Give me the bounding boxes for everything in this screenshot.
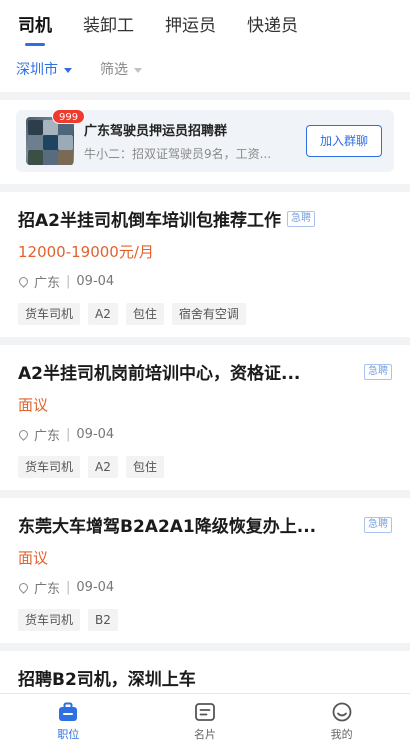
chevron-down-icon — [64, 67, 72, 73]
group-info: 广东驾驶员押运员招聘群 牛小二：招双证驾驶员9名，工资... — [84, 120, 296, 162]
job-date: 09-04 — [76, 580, 115, 595]
avatar-tile — [43, 150, 58, 165]
briefcase-icon — [59, 702, 78, 721]
chevron-down-icon — [134, 67, 142, 73]
urgent-badge: 急聘 — [364, 363, 392, 380]
job-salary: 面议 — [18, 549, 49, 567]
avatar-tile — [43, 135, 58, 150]
filter-bar: 深圳市 筛选 — [0, 46, 410, 92]
divider: | — [66, 427, 71, 442]
job-head: A2半挂司机岗前培训中心，资格证... 急聘 — [18, 359, 392, 384]
job-tag: B2 — [88, 609, 118, 631]
job-head: 东莞大车增驾B2A2A1降级恢复办上... 急聘 — [18, 512, 392, 537]
nav-card[interactable]: 名片 — [137, 694, 274, 749]
avatar-tile — [28, 135, 43, 150]
card-icon — [195, 702, 215, 721]
tab-driver[interactable]: 司机 — [18, 11, 52, 46]
unread-badge: 999 — [52, 109, 86, 124]
urgent-badge: 急聘 — [287, 210, 315, 227]
job-location: 广东 — [34, 429, 61, 444]
job-card[interactable]: 东莞大车增驾B2A2A1降级恢复办上... 急聘 面议 广东 | 09-04 货… — [0, 498, 410, 643]
nav-me[interactable]: 我的 — [273, 694, 410, 749]
tab-escort[interactable]: 押运员 — [165, 11, 216, 46]
job-tags: 货车司机 A2 包住 宿舍有空调 — [18, 303, 392, 325]
job-location: 广东 — [34, 276, 61, 291]
job-tag: A2 — [88, 456, 118, 478]
group-section: 999 广东驾驶员押运员招聘群 牛小二：招双证驾驶员9名，工资... 加入群聊 — [0, 100, 410, 184]
join-group-button[interactable]: 加入群聊 — [306, 125, 382, 157]
job-tag: 宿舍有空调 — [171, 303, 246, 325]
divider: | — [66, 580, 71, 595]
job-location-row: 广东 | 09-04 — [17, 578, 392, 597]
job-title: 东莞大车增驾B2A2A1降级恢复办上... — [18, 517, 317, 537]
job-location: 广东 — [34, 582, 61, 597]
screen-filter[interactable]: 筛选 — [100, 59, 142, 79]
divider: | — [66, 274, 71, 289]
job-title: A2半挂司机岗前培训中心，资格证... — [18, 364, 301, 384]
job-tag: 包住 — [125, 303, 164, 325]
job-head: 招聘B2司机，深圳上车 — [18, 665, 392, 690]
job-tags: 货车司机 B2 — [18, 609, 392, 631]
group-last-message: 牛小二：招双证驾驶员9名，工资... — [84, 147, 272, 161]
job-title: 招A2半挂司机倒车培训包推荐工作 — [18, 211, 281, 231]
avatar-tile — [58, 150, 73, 165]
tab-loader[interactable]: 装卸工 — [83, 11, 134, 46]
bottom-nav: 职位 名片 我的 — [0, 693, 410, 749]
job-salary: 12000-19000元/月 — [18, 243, 154, 261]
urgent-badge: 急聘 — [364, 516, 392, 533]
group-title: 广东驾驶员押运员招聘群 — [84, 124, 228, 139]
job-tag: A2 — [88, 303, 118, 325]
avatar-tile — [28, 150, 43, 165]
location-pin-icon — [17, 275, 30, 288]
nav-jobs[interactable]: 职位 — [0, 694, 137, 749]
job-tag: 包住 — [125, 456, 164, 478]
header: 司机 装卸工 押运员 快递员 深圳市 筛选 — [0, 0, 410, 92]
job-salary: 面议 — [18, 396, 49, 414]
city-filter[interactable]: 深圳市 — [16, 59, 72, 79]
job-tag: 货车司机 — [18, 303, 81, 325]
job-title: 招聘B2司机，深圳上车 — [18, 670, 196, 690]
nav-me-label: 我的 — [330, 727, 353, 741]
screen-filter-label: 筛选 — [100, 62, 128, 78]
category-tabs: 司机 装卸工 押运员 快递员 — [0, 0, 410, 46]
job-tags: 货车司机 A2 包住 — [18, 456, 392, 478]
nav-card-label: 名片 — [194, 727, 216, 741]
job-tag: 货车司机 — [18, 456, 81, 478]
job-date: 09-04 — [76, 427, 115, 442]
group-avatar: 999 — [26, 109, 86, 165]
city-filter-label: 深圳市 — [16, 62, 58, 78]
job-head: 招A2半挂司机倒车培训包推荐工作 急聘 — [18, 206, 392, 231]
group-chat-card[interactable]: 999 广东驾驶员押运员招聘群 牛小二：招双证驾驶员9名，工资... 加入群聊 — [16, 109, 394, 172]
smile-icon — [332, 702, 352, 721]
job-date: 09-04 — [76, 274, 115, 289]
tab-courier[interactable]: 快递员 — [247, 11, 298, 46]
location-pin-icon — [17, 428, 30, 441]
avatar-tile — [58, 135, 73, 150]
job-location-row: 广东 | 09-04 — [17, 425, 392, 444]
job-tag: 货车司机 — [18, 609, 81, 631]
job-card[interactable]: 招A2半挂司机倒车培训包推荐工作 急聘 12000-19000元/月 广东 | … — [0, 192, 410, 337]
job-card[interactable]: A2半挂司机岗前培训中心，资格证... 急聘 面议 广东 | 09-04 货车司… — [0, 345, 410, 490]
location-pin-icon — [17, 581, 30, 594]
avatar-tile — [28, 120, 43, 135]
nav-jobs-label: 职位 — [57, 727, 80, 741]
job-location-row: 广东 | 09-04 — [17, 272, 392, 291]
